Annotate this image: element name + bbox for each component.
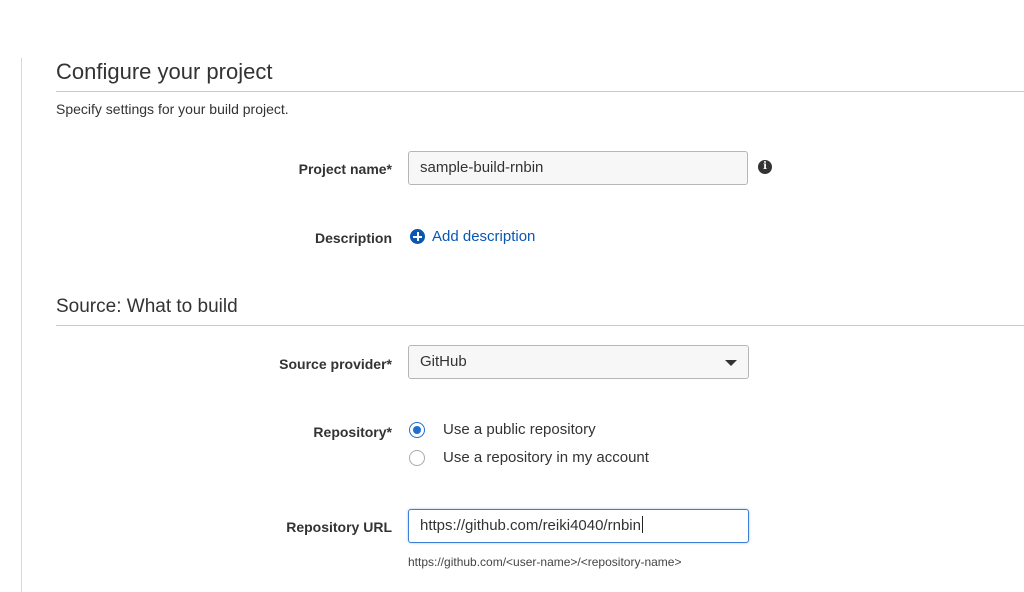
add-description-label: Add description xyxy=(432,228,536,245)
repository-option-account[interactable]: Use a repository in my account xyxy=(409,449,649,466)
repository-url-hint: https://github.com/<user-name>/<reposito… xyxy=(408,555,682,569)
project-name-input[interactable]: sample-build-rnbin xyxy=(408,151,748,185)
radio-button-selected[interactable] xyxy=(409,421,425,438)
source-provider-value: GitHub xyxy=(420,353,467,370)
text-caret xyxy=(641,516,643,533)
add-description-link[interactable]: Add description xyxy=(410,228,535,245)
chevron-down-icon xyxy=(725,360,737,366)
info-icon[interactable]: i xyxy=(758,160,772,174)
left-border xyxy=(21,58,22,592)
radio-button[interactable] xyxy=(409,449,425,466)
repository-url-label: Repository URL xyxy=(286,519,392,535)
divider xyxy=(56,325,1024,326)
source-provider-label: Source provider* xyxy=(279,356,392,372)
repository-label: Repository* xyxy=(313,424,392,440)
repository-url-input[interactable]: https://github.com/reiki4040/rnbin xyxy=(408,509,749,543)
source-provider-select[interactable]: GitHub xyxy=(408,345,749,379)
repository-option-label: Use a public repository xyxy=(443,421,596,438)
repository-url-value: https://github.com/reiki4040/rnbin xyxy=(420,517,641,534)
source-section-title: Source: What to build xyxy=(56,296,238,317)
repository-option-label: Use a repository in my account xyxy=(443,449,649,466)
description-label: Description xyxy=(314,230,392,246)
repository-option-public[interactable]: Use a public repository xyxy=(409,421,596,438)
plus-circle-icon xyxy=(410,229,425,244)
configure-section-subtitle: Specify settings for your build project. xyxy=(56,101,289,117)
project-name-label: Project name* xyxy=(298,161,392,177)
divider xyxy=(56,91,1024,92)
configure-section-title: Configure your project xyxy=(56,59,273,84)
